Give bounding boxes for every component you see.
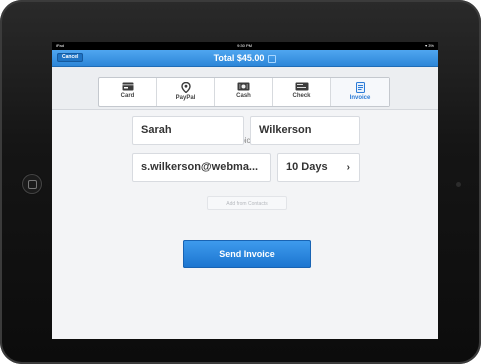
- payment-terms-field[interactable]: 10 Days ›: [277, 153, 360, 182]
- email-field[interactable]: s.wilkerson@webma...: [132, 153, 271, 182]
- tab-invoice[interactable]: Invoice: [331, 78, 389, 106]
- payment-method-strip: Card PayPal Cash Check Invoice: [52, 67, 438, 110]
- last-name-field[interactable]: Wilkerson: [250, 116, 360, 145]
- card-icon: [122, 82, 133, 91]
- send-invoice-button[interactable]: Send Invoice: [183, 240, 311, 268]
- nav-bar: Cancel Total $45.00: [52, 50, 438, 67]
- total-title: Total $45.00: [52, 50, 438, 66]
- total-label: Total $45.00: [213, 53, 265, 63]
- tab-card-label: Card: [120, 93, 135, 99]
- invoice-icon: [355, 82, 365, 93]
- time-label: 9:30 PM: [237, 43, 252, 48]
- status-bar: iPad 9:30 PM ▾ 3%: [52, 42, 438, 50]
- tab-card[interactable]: Card: [99, 78, 157, 106]
- tab-paypal-label: PayPal: [175, 95, 196, 101]
- tab-invoice-label: Invoice: [349, 95, 371, 101]
- tab-cash-label: Cash: [236, 93, 251, 99]
- paypal-pin-icon: [180, 82, 191, 93]
- edit-total-icon[interactable]: [268, 54, 277, 63]
- chevron-right-icon: ›: [346, 162, 350, 173]
- home-button[interactable]: [22, 174, 42, 194]
- add-from-contacts-button[interactable]: Add from Contacts: [207, 196, 287, 210]
- form-heading: Enter Invoice Details: [208, 136, 282, 145]
- check-icon: [295, 82, 308, 91]
- camera-icon: [456, 182, 461, 187]
- payment-terms-value: 10 Days: [286, 161, 328, 173]
- tab-cash[interactable]: Cash: [215, 78, 273, 106]
- ipad-device: iPad 9:30 PM ▾ 3% Cancel Total $45.00 Ca…: [0, 0, 481, 364]
- screen: iPad 9:30 PM ▾ 3% Cancel Total $45.00 Ca…: [52, 42, 438, 339]
- tab-check[interactable]: Check: [273, 78, 331, 106]
- cash-icon: [237, 82, 250, 91]
- battery-label: ▾ 3%: [425, 43, 434, 48]
- tab-paypal[interactable]: PayPal: [157, 78, 215, 106]
- stage: iPad 9:30 PM ▾ 3% Cancel Total $45.00 Ca…: [0, 0, 481, 364]
- first-name-field[interactable]: Sarah: [132, 116, 244, 145]
- tab-check-label: Check: [292, 93, 311, 99]
- carrier-label: iPad: [56, 43, 65, 48]
- payment-method-tabs: Card PayPal Cash Check Invoice: [98, 77, 390, 107]
